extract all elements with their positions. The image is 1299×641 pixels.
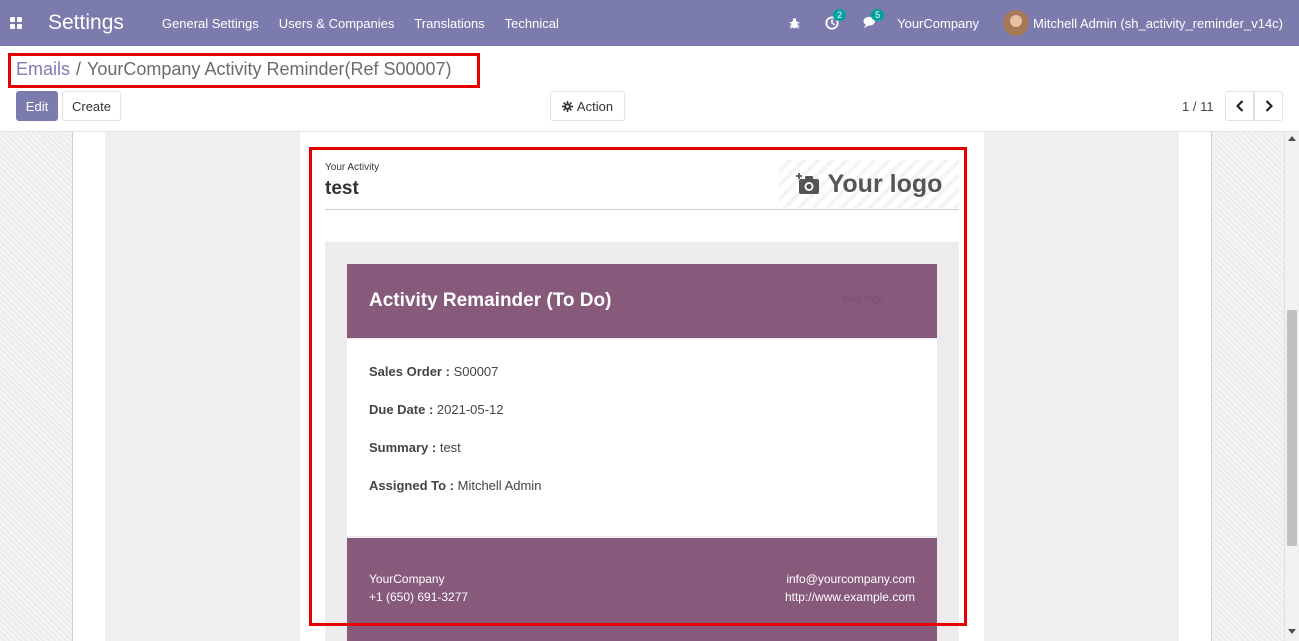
scroll-up-arrow-icon[interactable] <box>1288 136 1296 141</box>
message-count-badge: 5 <box>871 9 885 21</box>
edit-button[interactable]: Edit <box>16 91 58 121</box>
app-title[interactable]: Settings <box>48 11 124 35</box>
email-highlight-box <box>309 147 967 626</box>
chevron-right-icon <box>1265 100 1273 112</box>
menu-translations[interactable]: Translations <box>414 16 484 31</box>
menu-users-companies[interactable]: Users & Companies <box>279 16 395 31</box>
menu-technical[interactable]: Technical <box>505 16 559 31</box>
navbar-systray: 2 5 YourCompany Mitchell Admin (sh_activ… <box>776 0 1299 46</box>
chevron-left-icon <box>1235 100 1243 112</box>
activity-clock-icon[interactable]: 2 <box>825 9 847 30</box>
debug-bug-icon[interactable] <box>788 17 801 30</box>
create-button[interactable]: Create <box>62 91 121 121</box>
gear-icon <box>561 100 573 112</box>
scroll-thumb[interactable] <box>1287 310 1297 546</box>
vertical-scrollbar[interactable] <box>1284 132 1299 641</box>
action-button-label: Action <box>576 98 614 114</box>
user-avatar[interactable] <box>1003 10 1030 36</box>
scroll-down-arrow-icon[interactable] <box>1288 629 1296 634</box>
pager-next-button[interactable] <box>1254 91 1283 121</box>
action-button[interactable]: Action <box>550 91 625 121</box>
company-switcher[interactable]: YourCompany <box>897 16 979 31</box>
activity-count-badge: 2 <box>833 9 847 21</box>
menu-general-settings[interactable]: General Settings <box>162 16 259 31</box>
messages-chat-icon[interactable]: 5 <box>863 9 885 30</box>
top-navbar: Settings General Settings Users & Compan… <box>0 0 1299 46</box>
user-menu[interactable]: Mitchell Admin (sh_activity_reminder_v14… <box>1033 16 1283 31</box>
apps-menu-icon[interactable] <box>10 17 22 29</box>
pager-counter[interactable]: 1 / 11 <box>1182 99 1214 114</box>
breadcrumb-highlight-box <box>8 53 480 88</box>
pager-previous-button[interactable] <box>1225 91 1254 121</box>
